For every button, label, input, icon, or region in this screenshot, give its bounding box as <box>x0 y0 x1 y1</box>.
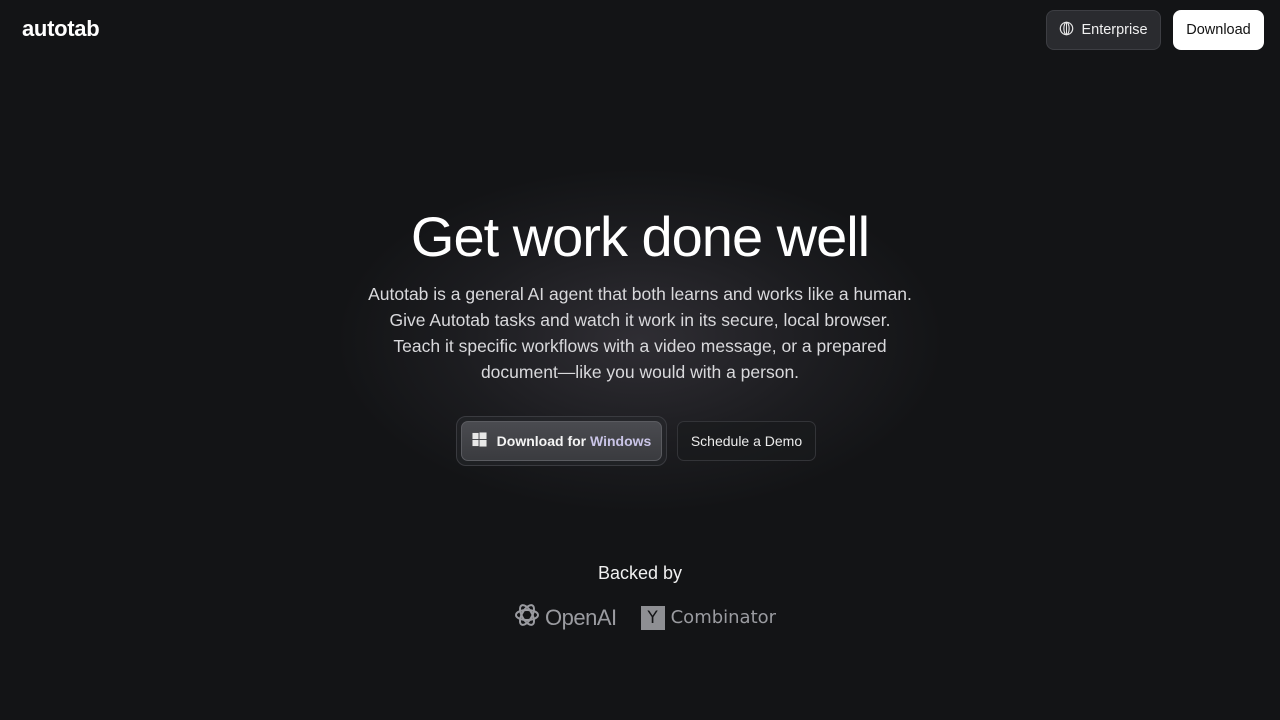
backer-logos: OpenAI Y Combinator <box>512 600 776 635</box>
enterprise-button-label: Enterprise <box>1081 22 1148 38</box>
download-windows-button[interactable]: Download for Windows <box>461 421 662 461</box>
hero-title: Get work done well <box>410 205 870 268</box>
ycombinator-wordmark: Combinator <box>670 607 777 628</box>
hero-description-line: Autotab is a general AI agent that both … <box>368 284 912 304</box>
openai-wordmark: OpenAI <box>545 604 617 630</box>
download-windows-wrapper: Download for Windows <box>456 416 667 466</box>
hero-description-line: Teach it specific workflows with a video… <box>393 336 887 356</box>
globe-icon <box>1059 21 1074 40</box>
platform-name: Windows <box>590 433 652 449</box>
hero-actions: Download for Windows Schedule a Demo <box>456 416 816 466</box>
hero-description: Autotab is a general AI agent that both … <box>340 281 940 385</box>
backed-by-label: Backed by <box>597 563 683 583</box>
header-actions: Enterprise Download <box>1046 10 1264 50</box>
landing-page: autotab Enterprise Download Get work don… <box>0 0 1280 720</box>
openai-logo: OpenAI <box>512 600 617 635</box>
download-windows-label: Download for Windows <box>496 433 652 449</box>
ycombinator-mark: Y <box>640 605 665 630</box>
site-logo[interactable]: autotab <box>22 16 100 42</box>
enterprise-button[interactable]: Enterprise <box>1046 10 1161 50</box>
hero-description-line: Give Autotab tasks and watch it work in … <box>389 310 891 330</box>
ycombinator-logo: Y Combinator <box>640 605 777 630</box>
hero-description-line: document—like you would with a person. <box>480 362 800 382</box>
schedule-demo-button[interactable]: Schedule a Demo <box>677 421 816 461</box>
windows-icon <box>472 432 487 450</box>
download-button[interactable]: Download <box>1173 10 1264 50</box>
openai-logo-icon <box>512 600 542 635</box>
